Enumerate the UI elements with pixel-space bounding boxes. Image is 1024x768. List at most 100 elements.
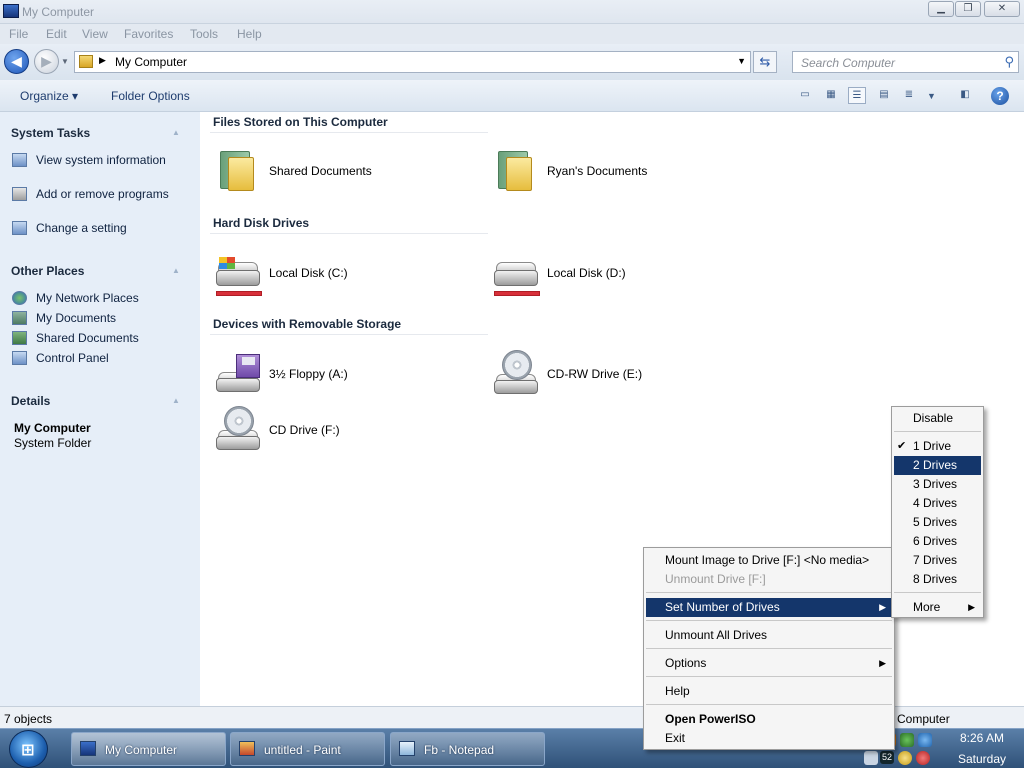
computer-icon [3, 4, 19, 18]
menu-help[interactable]: Help [237, 27, 262, 41]
security-warning-icon[interactable] [916, 751, 930, 765]
refresh-button[interactable]: ⇆ [753, 51, 777, 73]
menu-favorites[interactable]: Favorites [124, 27, 173, 41]
divider [210, 132, 488, 133]
taskbar-button-paint[interactable]: untitled - Paint [230, 732, 385, 766]
menu-separator [894, 431, 981, 432]
submenu-item-8-drives[interactable]: 8 Drives [894, 570, 981, 589]
submenu-item-4-drives[interactable]: 4 Drives [894, 494, 981, 513]
group-title-files: Files Stored on This Computer [213, 115, 388, 129]
maximize-button[interactable]: ❐ [955, 1, 981, 17]
address-path: My Computer [115, 55, 188, 69]
clock-time[interactable]: 8:26 AM [946, 731, 1018, 745]
address-bar[interactable]: ▶ My Computer ▼ [74, 51, 751, 73]
taskbar-button-label: Fb - Notepad [424, 743, 495, 757]
item-label: Local Disk (C:) [269, 266, 348, 280]
details-type: System Folder [14, 436, 92, 450]
collapse-chevron-icon[interactable]: ▲ [172, 128, 180, 137]
shared-folder-icon [12, 331, 27, 345]
preview-pane-icon[interactable]: ◧ [956, 87, 974, 104]
menu-file[interactable]: File [9, 27, 28, 41]
breadcrumb-arrow-icon[interactable]: ▶ [99, 55, 106, 66]
tray-icon[interactable] [864, 751, 878, 765]
system-info-icon [12, 153, 27, 167]
taskbar-button-label: My Computer [105, 743, 178, 757]
item-label: CD Drive (F:) [269, 423, 340, 437]
collapse-chevron-icon[interactable]: ▲ [172, 396, 180, 405]
item-ryans-documents[interactable]: Ryan's Documents [492, 147, 732, 197]
filmstrip-view-icon[interactable]: ▭ [796, 87, 814, 104]
tiles-view-icon[interactable]: ☰ [848, 87, 866, 104]
other-places-title: Other Places [11, 264, 85, 278]
menu-item-set-number-of-drives[interactable]: Set Number of Drives ▶ [646, 598, 892, 617]
menu-item-exit[interactable]: Exit [646, 729, 892, 748]
icons-view-icon[interactable]: ▤ [875, 87, 893, 104]
search-input[interactable]: Search Computer ⚲ [792, 51, 1019, 73]
menu-edit[interactable]: Edit [46, 27, 67, 41]
collapse-chevron-icon[interactable]: ▲ [172, 266, 180, 275]
item-cd-rw-e[interactable]: CD-RW Drive (E:) [492, 350, 732, 400]
views-dropdown-icon[interactable]: ▼ [927, 91, 936, 101]
close-button[interactable]: ✕ [984, 1, 1020, 17]
item-label: Ryan's Documents [547, 164, 648, 178]
item-floppy-a[interactable]: 3½ Floppy (A:) [214, 350, 454, 400]
minimize-button[interactable]: ▁ [928, 1, 954, 17]
item-local-disk-d[interactable]: Local Disk (D:) [492, 250, 732, 300]
tray-icon[interactable] [900, 733, 914, 747]
menu-item-mount-image[interactable]: Mount Image to Drive [F:] <No media> [646, 551, 892, 570]
submenu-item-2-drives[interactable]: 2 Drives [894, 456, 981, 475]
taskbar-button-notepad[interactable]: Fb - Notepad [390, 732, 545, 766]
help-icon[interactable]: ? [991, 87, 1009, 105]
menu-separator [646, 676, 892, 677]
tray-badge[interactable]: 52 [880, 751, 894, 764]
item-shared-documents[interactable]: Shared Documents [214, 147, 454, 197]
window-title: My Computer [22, 5, 95, 19]
submenu-item-1-drive[interactable]: ✔ 1 Drive [894, 437, 981, 456]
context-menu: Mount Image to Drive [F:] <No media> Unm… [643, 547, 895, 750]
menu-item-unmount-all[interactable]: Unmount All Drives [646, 626, 892, 645]
title-bar: My Computer ▁ ❐ ✕ [0, 0, 1024, 24]
clock-day[interactable]: Saturday [946, 752, 1018, 766]
drives-submenu: Disable ✔ 1 Drive 2 Drives 3 Drives 4 Dri… [891, 406, 984, 618]
status-object-count: 7 objects [4, 712, 53, 726]
item-label: 3½ Floppy (A:) [269, 367, 348, 381]
submenu-item-6-drives[interactable]: 6 Drives [894, 532, 981, 551]
menu-item-unmount-drive: Unmount Drive [F:] [665, 572, 766, 586]
control-panel-icon [12, 221, 27, 235]
menu-item-help[interactable]: Help [646, 682, 892, 701]
submenu-item-3-drives[interactable]: 3 Drives [894, 475, 981, 494]
group-title-removable: Devices with Removable Storage [213, 317, 402, 331]
submenu-item-more[interactable]: More ▶ [894, 598, 981, 617]
folder-options-button[interactable]: Folder Options [111, 89, 190, 103]
thumbnails-view-icon[interactable]: ▦ [822, 87, 840, 104]
address-dropdown-icon[interactable]: ▼ [737, 56, 746, 66]
task-label: Add or remove programs [36, 187, 169, 201]
item-local-disk-c[interactable]: Local Disk (C:) [214, 250, 454, 300]
submenu-item-5-drives[interactable]: 5 Drives [894, 513, 981, 532]
place-label: My Network Places [36, 291, 139, 305]
history-dropdown-icon[interactable]: ▼ [61, 57, 69, 66]
search-icon[interactable]: ⚲ [1004, 54, 1014, 70]
submenu-item-7-drives[interactable]: 7 Drives [894, 551, 981, 570]
back-button[interactable]: ◀ [4, 49, 29, 74]
floppy-drive-icon [214, 350, 262, 398]
taskbar-button-my-computer[interactable]: My Computer [71, 732, 226, 766]
tray-icon[interactable] [898, 751, 912, 765]
command-toolbar: Organize ▾ Folder Options ▭ ▦ ☰ ▤ ≣ ▼ ◧ … [0, 80, 1024, 112]
submenu-item-disable[interactable]: Disable [894, 409, 981, 428]
control-panel-icon [12, 351, 27, 365]
network-icon[interactable] [918, 733, 932, 747]
place-label: Control Panel [36, 351, 109, 365]
item-cd-f[interactable]: CD Drive (F:) [214, 406, 454, 456]
list-view-icon[interactable]: ≣ [900, 87, 918, 104]
forward-button[interactable]: ▶ [34, 49, 59, 74]
cd-drive-icon [214, 406, 262, 454]
cd-drive-icon [492, 350, 540, 398]
menu-separator [646, 592, 892, 593]
menu-tools[interactable]: Tools [190, 27, 218, 41]
start-button[interactable]: ⊞ [9, 730, 48, 768]
organize-button[interactable]: Organize ▾ [20, 89, 78, 103]
menu-item-open-poweriso[interactable]: Open PowerISO [646, 710, 892, 729]
menu-item-options[interactable]: Options ▶ [646, 654, 892, 673]
menu-view[interactable]: View [82, 27, 108, 41]
